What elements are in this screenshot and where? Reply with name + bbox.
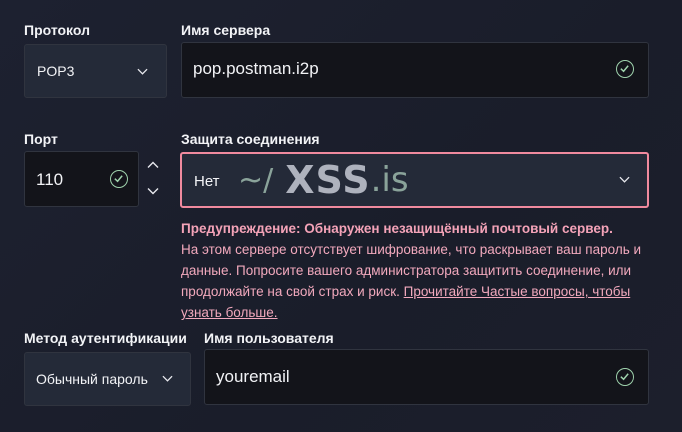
port-label: Порт [24,131,58,147]
chevron-down-icon [147,188,159,195]
security-label: Защита соединения [181,131,320,147]
server-name-input[interactable]: pop.postman.i2p [181,42,649,98]
chevron-down-icon [162,375,173,382]
check-circle-icon [110,170,128,188]
username-input[interactable]: youremail [204,349,649,405]
auth-method-value: Обычный пароль [36,371,148,387]
check-circle-icon [616,60,634,78]
security-value: Нет [194,173,220,190]
warning-title: Предупреждение: Обнаружен незащищённый п… [181,221,613,236]
chevron-down-icon [137,68,148,75]
username-label: Имя пользователя [204,330,334,346]
protocol-select[interactable]: POP3 [24,44,167,98]
port-decrement-button[interactable] [142,179,164,203]
auth-label: Метод аутентификации [24,330,187,346]
chevron-up-icon [147,161,159,168]
xss-watermark: ~/ XSS .is [238,156,409,204]
server-name-value: pop.postman.i2p [193,59,319,78]
insecure-warning: Предупреждение: Обнаружен незащищённый п… [181,218,651,323]
watermark-tld: .is [370,160,409,200]
port-increment-button[interactable] [142,153,164,177]
chevron-down-icon [619,176,630,183]
username-value: youremail [216,367,290,386]
server-label: Имя сервера [181,22,271,38]
auth-method-select[interactable]: Обычный пароль [24,352,191,406]
watermark-tilde: ~/ [238,162,274,198]
port-input[interactable]: 110 [24,151,139,207]
check-circle-icon [616,368,634,386]
protocol-value: POP3 [37,63,75,79]
watermark-brand: XSS [285,158,371,202]
port-value: 110 [36,170,64,189]
protocol-label: Протокол [24,22,90,38]
security-select[interactable]: Нет ~/ XSS .is [180,152,649,208]
